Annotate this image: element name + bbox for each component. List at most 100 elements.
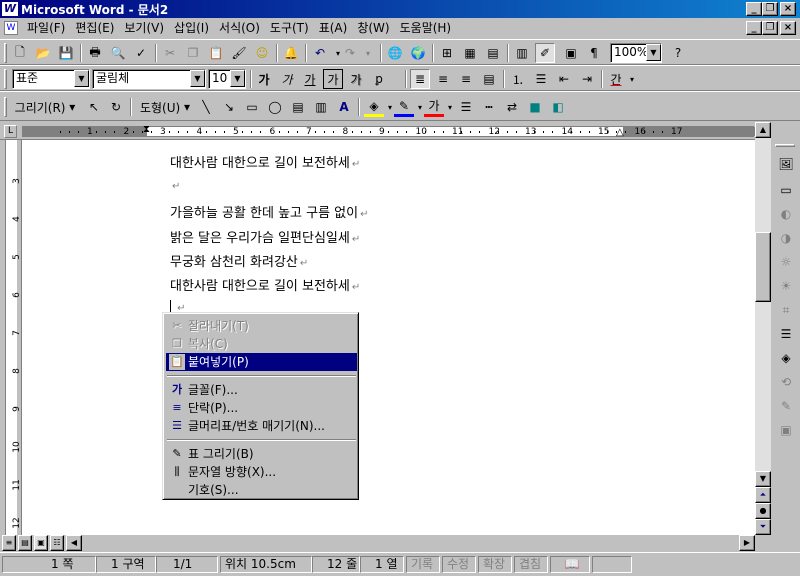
- redo-dropdown-icon[interactable]: ▾: [358, 43, 378, 63]
- line-style-icon[interactable]: ☰: [456, 97, 476, 117]
- document-line[interactable]: 가을하늘 공활 한데 높고 구름 없이 ↵: [170, 202, 369, 221]
- cut-icon[interactable]: ✂: [160, 43, 180, 63]
- bold-button[interactable]: 가: [254, 69, 274, 89]
- scroll-up-button[interactable]: ▲: [755, 122, 771, 138]
- align-center-icon[interactable]: ≡: [433, 69, 453, 89]
- font-size-select[interactable]: 10 ▼: [208, 69, 246, 89]
- document-line[interactable]: 대한사람 대한으로 길이 보전하세 ↵: [170, 152, 360, 171]
- arrow-style-icon[interactable]: ⇄: [502, 97, 522, 117]
- document-line[interactable]: 밝은 달은 우리가슴 일편단심일세 ↵: [170, 227, 360, 246]
- context-item-paragraph[interactable]: ≡ 단락(P)...: [166, 399, 357, 417]
- scroll-thumb[interactable]: [755, 232, 771, 302]
- toolbar-grip[interactable]: [4, 43, 7, 63]
- menu-tools[interactable]: 도구(T): [265, 19, 314, 37]
- menu-insert[interactable]: 삽입(I): [169, 19, 214, 37]
- wrap-icon[interactable]: ⟲: [776, 372, 796, 392]
- arrow-icon[interactable]: ↘: [219, 97, 239, 117]
- print-preview-icon[interactable]: 🔍: [108, 43, 128, 63]
- document-icon[interactable]: W: [4, 21, 18, 35]
- word-app-icon[interactable]: W: [2, 2, 18, 16]
- status-overtype[interactable]: 겹침: [514, 556, 548, 573]
- columns-icon[interactable]: ▥: [512, 43, 532, 63]
- menu-window[interactable]: 창(W): [352, 19, 394, 37]
- draw-menu-button[interactable]: 그리기(R) ▾: [12, 97, 78, 117]
- ruler-strip[interactable]: 1 2 3 4 5 6 7 8 9 10 11 12 13 14 15 16 17: [22, 126, 755, 137]
- first-line-indent-marker[interactable]: ⧗: [143, 124, 150, 135]
- vertical-ruler-strip[interactable]: 345678910111213: [5, 140, 22, 567]
- help-icon[interactable]: ?: [668, 43, 688, 63]
- rectangle-icon[interactable]: ▭: [242, 97, 262, 117]
- bell-icon[interactable]: 🔔: [281, 43, 301, 63]
- underline-button[interactable]: 가: [300, 69, 320, 89]
- menu-edit[interactable]: 편집(E): [70, 19, 119, 37]
- menu-view[interactable]: 보기(V): [119, 19, 169, 37]
- reset-picture-icon[interactable]: ▣: [776, 420, 796, 440]
- document-line[interactable]: 대한사람 대한으로 길이 보전하세 ↵: [170, 275, 360, 294]
- contrast-icon[interactable]: ◑: [776, 228, 796, 248]
- brightness-icon[interactable]: ☼: [776, 252, 796, 272]
- wordart-icon[interactable]: A: [334, 97, 354, 117]
- context-item-font[interactable]: 가 글꼴(F)...: [166, 381, 357, 399]
- doc-minimize-button[interactable]: _: [746, 21, 762, 35]
- brightness-down-icon[interactable]: ☀: [776, 276, 796, 296]
- context-item-cut[interactable]: ✂ 잘라내기(T): [166, 317, 357, 335]
- insert-picture-icon[interactable]: 🖼: [776, 154, 796, 174]
- select-objects-icon[interactable]: ↖: [84, 97, 104, 117]
- paste-icon[interactable]: 📋: [206, 43, 226, 63]
- document-map-icon[interactable]: ▣: [561, 43, 581, 63]
- decrease-indent-icon[interactable]: ⇤: [554, 69, 574, 89]
- scroll-right-button[interactable]: ▶: [739, 535, 755, 551]
- show-hide-icon[interactable]: ¶: [584, 43, 604, 63]
- context-item-draw-table[interactable]: ✎ 표 그리기(B): [166, 445, 357, 463]
- right-indent-marker[interactable]: △: [616, 127, 624, 138]
- doc-restore-button[interactable]: ❐: [762, 21, 778, 35]
- text-box-icon[interactable]: ▭: [776, 180, 796, 200]
- toolbar-grip[interactable]: [4, 69, 7, 89]
- increase-indent-icon[interactable]: ⇥: [577, 69, 597, 89]
- document-line[interactable]: 무궁화 삼천리 화려강산 ↵: [170, 251, 308, 270]
- highlight-icon[interactable]: ꝑ: [369, 69, 389, 89]
- web-toolbar-icon[interactable]: 🌐: [385, 43, 405, 63]
- outline-view-icon[interactable]: ☷: [50, 535, 64, 551]
- vertical-text-box-icon[interactable]: ▥: [311, 97, 331, 117]
- autoshapes-button[interactable]: 도형(U) ▾: [136, 97, 194, 117]
- minimize-button[interactable]: _: [746, 2, 762, 16]
- document-line[interactable]: ↵: [170, 178, 180, 193]
- crop-icon[interactable]: ⌗: [776, 300, 796, 320]
- insert-excel-icon[interactable]: ▤: [483, 43, 503, 63]
- free-rotate-icon[interactable]: ↻: [106, 97, 126, 117]
- context-item-bullets[interactable]: ☰ 글머리표/번호 매기기(N)...: [166, 417, 357, 435]
- context-item-paste[interactable]: 📋 붙여넣기(P): [166, 353, 357, 371]
- line-style-icon[interactable]: ☰: [776, 324, 796, 344]
- status-extend[interactable]: 확장: [478, 556, 512, 573]
- context-item-symbol[interactable]: 기호(S)...: [166, 481, 357, 499]
- tab-stop-selector[interactable]: L: [4, 125, 17, 138]
- oval-icon[interactable]: ◯: [265, 97, 285, 117]
- scroll-left-button[interactable]: ◀: [66, 535, 82, 551]
- font-color-dropdown-icon[interactable]: ▾: [622, 69, 642, 89]
- style-select[interactable]: 표준 ▼: [12, 69, 90, 89]
- print-icon[interactable]: 🖶: [85, 43, 105, 63]
- zoom-select[interactable]: 100% ▼: [610, 43, 662, 63]
- bullets-icon[interactable]: ☰: [531, 69, 551, 89]
- drawing-icon[interactable]: ✐: [535, 43, 555, 63]
- align-right-icon[interactable]: ≡: [456, 69, 476, 89]
- vertical-scrollbar[interactable]: ▲ ▼ ⏶ ● ⏷: [755, 122, 771, 535]
- menu-format[interactable]: 서식(O): [214, 19, 265, 37]
- horizontal-scrollbar[interactable]: ≡ ▤ ▣ ☷ ◀ ▶: [0, 535, 771, 551]
- format-painter-icon[interactable]: 🖌: [229, 43, 249, 63]
- menu-help[interactable]: 도움말(H): [395, 19, 457, 37]
- document-page[interactable]: 대한사람 대한으로 길이 보전하세 ↵ ↵ 가을하늘 공활 한데 높고 구름 없이…: [22, 140, 755, 535]
- toolbar-grip[interactable]: [4, 97, 7, 117]
- dash-style-icon[interactable]: ┅: [479, 97, 499, 117]
- context-item-copy[interactable]: ❐ 복사(C): [166, 335, 357, 353]
- menu-table[interactable]: 표(A): [314, 19, 353, 37]
- redo-icon[interactable]: ↷: [340, 43, 360, 63]
- save-icon[interactable]: 💾: [56, 43, 76, 63]
- text-box-icon[interactable]: ▤: [288, 97, 308, 117]
- distribute-icon[interactable]: ▤: [479, 69, 499, 89]
- rotate-icon[interactable]: ◐: [776, 204, 796, 224]
- previous-page-button[interactable]: ⏶: [755, 487, 771, 503]
- line-icon[interactable]: ╲: [196, 97, 216, 117]
- italic-button[interactable]: 가: [277, 69, 297, 89]
